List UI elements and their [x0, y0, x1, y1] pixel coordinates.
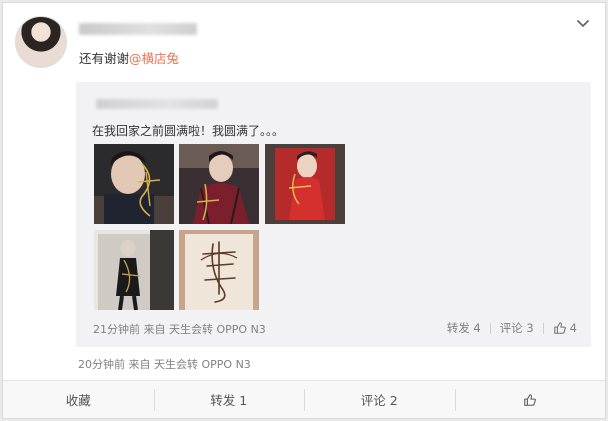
repost-forward-link[interactable]: 转发 4	[447, 320, 481, 336]
author-name-blurred[interactable]	[79, 23, 197, 35]
avatar[interactable]	[15, 16, 67, 68]
divider	[542, 322, 544, 334]
thumbs-up-icon	[523, 393, 537, 407]
thumbs-up-icon	[553, 321, 567, 335]
post-text: 还有谢谢@横店兔	[79, 48, 179, 67]
post-text-body: 还有谢谢	[79, 51, 130, 66]
repost-like-link[interactable]: 4	[553, 321, 577, 335]
repost-like-count: 4	[569, 321, 577, 335]
forward-button[interactable]: 转发 1	[153, 388, 305, 411]
chevron-down-icon[interactable]	[575, 16, 591, 32]
photo-thumbnail[interactable]	[94, 144, 174, 224]
mention-link[interactable]: @横店兔	[129, 51, 179, 66]
repost-text: 在我回家之前圆满啦！我圆满了。。。	[92, 124, 285, 138]
like-button[interactable]	[454, 388, 606, 411]
repost-actions: 转发 4 评论 3 4	[447, 320, 577, 336]
reposted-content: 在我回家之前圆满啦！我圆满了。。。 21分钟前 来自 天生会转 OPPO N3 …	[76, 82, 591, 347]
photo-thumbnail[interactable]	[265, 144, 345, 224]
favorite-button[interactable]: 收藏	[3, 389, 154, 411]
post-meta: 20分钟前 来自 天生会转 OPPO N3	[78, 358, 251, 371]
photo-thumbnail[interactable]	[179, 230, 259, 310]
photo-thumbnail[interactable]	[179, 144, 259, 224]
repost-author-blurred[interactable]	[96, 99, 218, 109]
divider	[489, 322, 491, 334]
weibo-post-card: 还有谢谢@横店兔 在我回家之前圆满啦！我圆满了。。。 21分钟前 来自 天生会转…	[2, 2, 606, 419]
repost-meta: 21分钟前 来自 天生会转 OPPO N3	[93, 323, 266, 336]
photo-thumbnail[interactable]	[94, 230, 174, 310]
action-bar: 收藏 转发 1 评论 2	[3, 380, 605, 418]
comment-button[interactable]: 评论 2	[304, 388, 455, 411]
repost-comment-link[interactable]: 评论 3	[500, 320, 534, 336]
